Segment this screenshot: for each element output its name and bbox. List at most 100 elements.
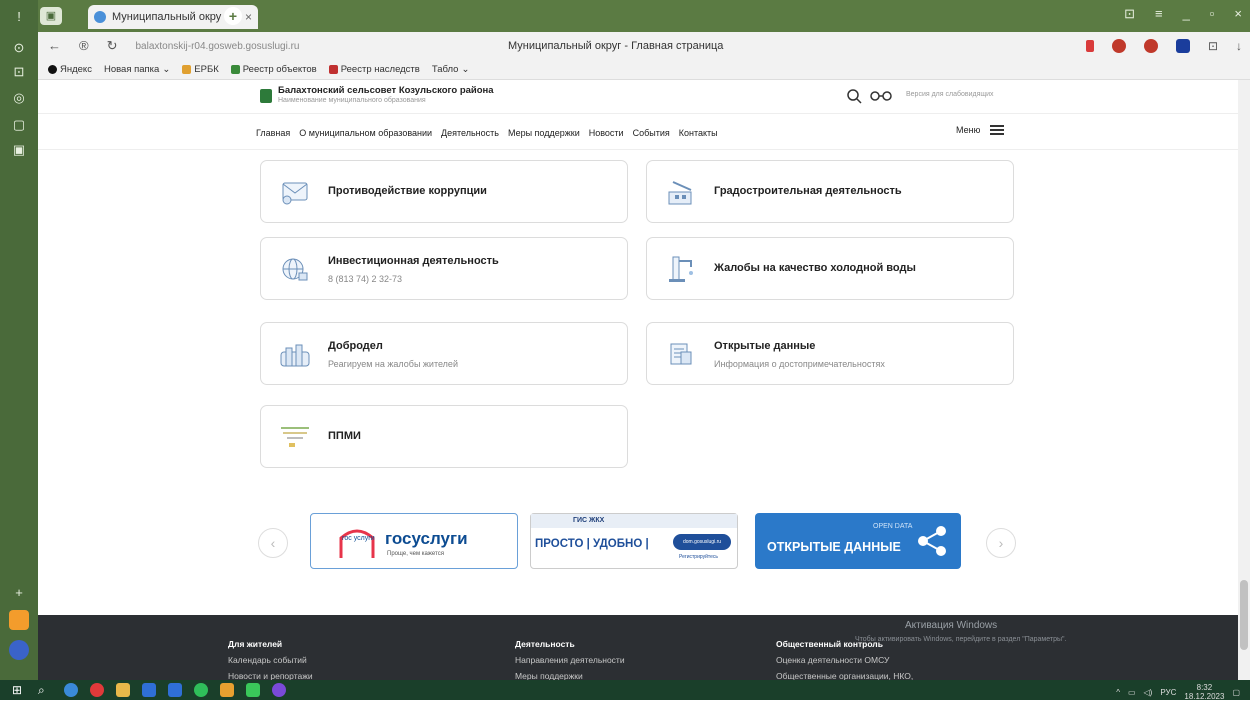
extension-2-icon[interactable] bbox=[1143, 39, 1158, 53]
volume-icon[interactable]: ◁) bbox=[1144, 688, 1153, 697]
card-anticorruption[interactable]: Противодействие коррупции bbox=[260, 160, 628, 223]
flag-extension-icon[interactable] bbox=[1175, 39, 1190, 53]
add-panel-icon[interactable]: + bbox=[9, 582, 29, 602]
browser-menu-icon[interactable]: ≡ bbox=[1155, 6, 1163, 22]
footer-link[interactable]: Направления деятельности bbox=[515, 655, 625, 665]
outlook-icon[interactable] bbox=[168, 683, 182, 697]
bookmark-erbk[interactable]: ЕРБК bbox=[182, 64, 219, 75]
restore-icon[interactable]: ▫ bbox=[1210, 6, 1215, 22]
tab-bar: ▣ Муниципальный окру × + ⊡ ≡ _ ▫ × bbox=[38, 0, 1250, 32]
footer-col-residents: Для жителей Календарь событий Новости и … bbox=[228, 639, 313, 680]
play-icon[interactable] bbox=[246, 683, 260, 697]
share-network-icon bbox=[918, 526, 946, 556]
bookmarks-panel-icon[interactable]: ⊡ bbox=[1124, 6, 1135, 22]
bookmark-yandex[interactable]: Яндекс bbox=[48, 64, 92, 75]
site-favicon-icon bbox=[94, 11, 106, 23]
chat-icon[interactable]: ▣ bbox=[9, 140, 29, 160]
bookmark-heritage[interactable]: Реестр наследств bbox=[328, 64, 420, 75]
word-icon[interactable] bbox=[142, 683, 156, 697]
edge-icon[interactable] bbox=[64, 683, 78, 697]
card-open-data[interactable]: Открытые данные Информация о достопримеч… bbox=[646, 322, 1014, 385]
menu-button[interactable]: Меню bbox=[956, 125, 1005, 135]
share-icon[interactable]: ⊡ bbox=[1208, 39, 1218, 53]
mail-icon[interactable] bbox=[9, 610, 29, 630]
clock[interactable]: 8:32 18.12.2023 bbox=[1184, 683, 1224, 701]
page-scrollbar[interactable] bbox=[1238, 80, 1250, 680]
carousel-prev-button[interactable]: ‹ bbox=[258, 528, 288, 558]
erbk-icon bbox=[182, 65, 192, 74]
gosuslugi-title: госуслуги bbox=[385, 529, 468, 548]
notes-icon[interactable]: ▢ bbox=[9, 115, 29, 135]
footer-link[interactable]: Общественные организации, НКО, bbox=[776, 671, 913, 680]
carousel-next-button[interactable]: › bbox=[986, 528, 1016, 558]
footer-link[interactable]: Календарь событий bbox=[228, 655, 313, 665]
nav-activity[interactable]: Деятельность bbox=[441, 128, 499, 138]
scrollbar-thumb[interactable] bbox=[1240, 580, 1248, 650]
open-data-banner[interactable]: OPEN DATA ОТКРЫТЫЕ ДАННЫЕ bbox=[755, 513, 961, 569]
nav-contacts[interactable]: Контакты bbox=[679, 128, 718, 138]
org-name[interactable]: Балахтонский сельсовет Козульского район… bbox=[278, 85, 494, 96]
card-dobrodel[interactable]: Добродел Реагируем на жалобы жителей bbox=[260, 322, 628, 385]
start-icon[interactable]: ⊞ bbox=[12, 683, 26, 697]
gis-site-button[interactable]: dom.gosuslugi.ru bbox=[673, 534, 731, 550]
tab-close-icon[interactable]: × bbox=[245, 10, 252, 24]
download-icon[interactable]: ↓ bbox=[1236, 39, 1242, 53]
media-player-icon[interactable] bbox=[220, 683, 234, 697]
card-title: Инвестиционная деятельность bbox=[328, 255, 499, 267]
card-phone: 8 (813 74) 2 32-73 bbox=[328, 274, 403, 284]
new-tab-button[interactable]: + bbox=[224, 7, 242, 25]
footer-link[interactable]: Оценка деятельности ОМСУ bbox=[776, 655, 913, 665]
nav-about[interactable]: О муниципальном образовании bbox=[299, 128, 432, 138]
card-ppmi[interactable]: ППМИ bbox=[260, 405, 628, 468]
bookmark-flag-icon[interactable] bbox=[1085, 40, 1094, 52]
nav-events[interactable]: События bbox=[633, 128, 670, 138]
gosuslugi-banner[interactable]: гос услуги госуслуги Проще, чем кажется bbox=[310, 513, 518, 569]
language-indicator[interactable]: РУС bbox=[1160, 688, 1176, 697]
site-logo-icon[interactable] bbox=[260, 89, 272, 103]
hamburger-icon bbox=[990, 125, 1005, 135]
tray-chevron-icon[interactable]: ^ bbox=[1116, 688, 1120, 697]
accessibility-link[interactable]: Версия для слабовидящих bbox=[906, 91, 994, 98]
search-icon[interactable] bbox=[846, 88, 862, 104]
bookmark-tablo[interactable]: Табло ⌄ bbox=[432, 64, 470, 75]
nav-support[interactable]: Меры поддержки bbox=[508, 128, 580, 138]
glasses-icon[interactable] bbox=[870, 89, 892, 103]
tabs-overview-button[interactable]: ▣ bbox=[40, 7, 62, 25]
yandex-browser-icon[interactable] bbox=[90, 683, 104, 697]
card-investment[interactable]: Инвестиционная деятельность 8 (813 74) 2… bbox=[260, 237, 628, 300]
card-subtitle: Реагируем на жалобы жителей bbox=[328, 359, 458, 369]
footer-heading: Деятельность bbox=[515, 639, 575, 649]
media-icon[interactable]: ◎ bbox=[9, 88, 29, 108]
history-icon[interactable]: ⊙ bbox=[9, 38, 29, 58]
protect-icon[interactable]: ® bbox=[79, 38, 89, 54]
viber-icon[interactable] bbox=[272, 683, 286, 697]
card-subtitle: Информация о достопримечательностях bbox=[714, 359, 885, 369]
nav-news[interactable]: Новости bbox=[589, 128, 624, 138]
gis-zhkh-label: ГИС ЖКХ bbox=[573, 517, 605, 524]
back-icon[interactable]: ← bbox=[48, 38, 61, 54]
reload-icon[interactable]: ↻ bbox=[107, 38, 118, 54]
bookmark-registry[interactable]: Реестр объектов bbox=[230, 64, 317, 75]
footer-link[interactable]: Новости и репортажи bbox=[228, 671, 313, 680]
card-urban-planning[interactable]: Градостроительная деятельность bbox=[646, 160, 1014, 223]
minimize-icon[interactable]: _ bbox=[1183, 6, 1190, 22]
network-icon[interactable]: ▭ bbox=[1128, 688, 1136, 697]
notifications-icon[interactable]: ▢ bbox=[1232, 688, 1240, 697]
footer-link[interactable]: Меры поддержки bbox=[515, 671, 625, 680]
explorer-icon[interactable] bbox=[116, 683, 130, 697]
whatsapp-icon[interactable] bbox=[194, 683, 208, 697]
collections-icon[interactable]: ⊡ bbox=[9, 62, 29, 82]
bookmark-new-folder[interactable]: Новая папка ⌄ bbox=[104, 64, 170, 75]
url-field[interactable]: balaxtonskij-r04.gosweb.gosuslugi.ru bbox=[136, 41, 300, 52]
card-title: Добродел bbox=[328, 340, 383, 352]
extension-1-icon[interactable] bbox=[1111, 39, 1126, 53]
alice-icon[interactable] bbox=[9, 640, 29, 660]
city-icon bbox=[280, 344, 310, 367]
yandex-logo-icon[interactable]: ! bbox=[9, 6, 29, 26]
address-bar: ← ® ↻ balaxtonskij-r04.gosweb.gosuslugi.… bbox=[38, 32, 1250, 60]
search-taskbar-icon[interactable]: ⌕ bbox=[38, 683, 52, 697]
gis-zhkh-banner[interactable]: ГИС ЖКХ ПРОСТО | УДОБНО | dom.gosuslugi.… bbox=[530, 513, 738, 569]
card-water-complaints[interactable]: Жалобы на качество холодной воды bbox=[646, 237, 1014, 300]
nav-home[interactable]: Главная bbox=[256, 128, 290, 138]
close-window-icon[interactable]: × bbox=[1234, 6, 1242, 22]
